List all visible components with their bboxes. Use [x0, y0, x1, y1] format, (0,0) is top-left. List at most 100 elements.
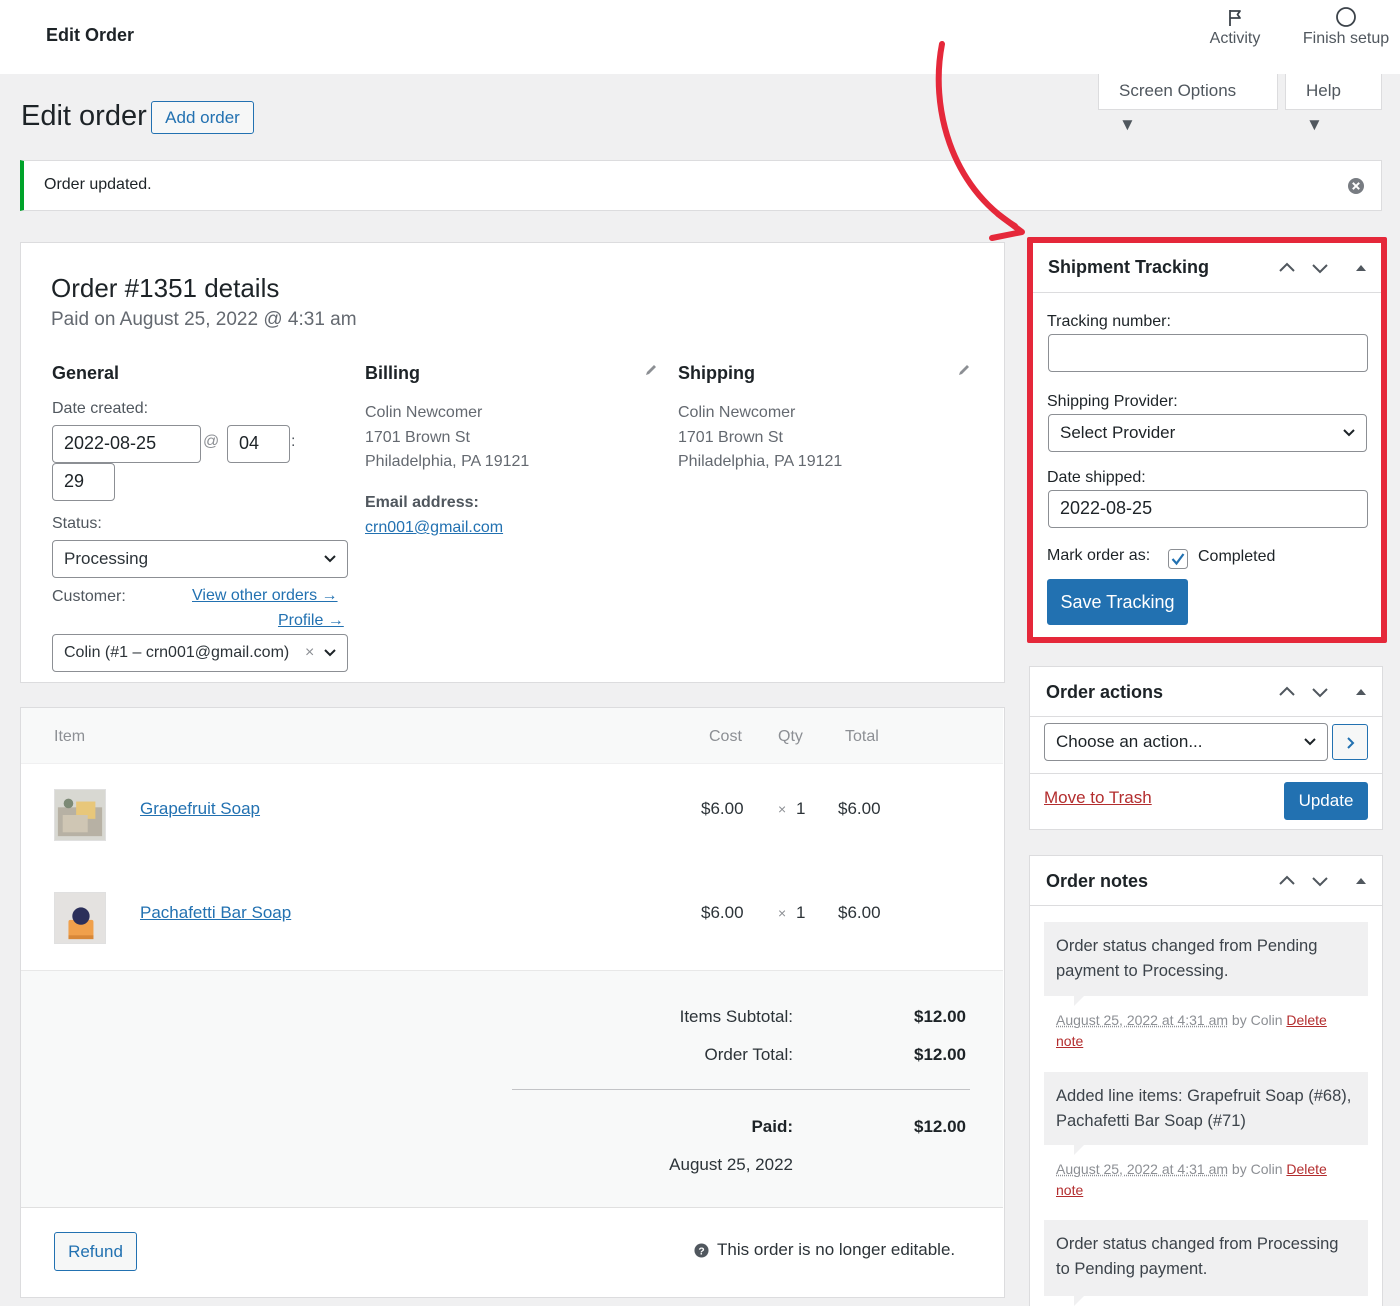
- delete-note-link[interactable]: Delete: [1286, 1161, 1326, 1177]
- column-item: Item: [54, 728, 86, 745]
- table-row: Pachafetti Bar Soap $6.00 × 1 $6.00: [21, 868, 1003, 971]
- help-icon: ?: [694, 1243, 709, 1258]
- actions-divider: [1030, 773, 1382, 774]
- move-to-trash-link[interactable]: Move to Trash: [1044, 788, 1152, 808]
- status-label: Status:: [52, 515, 102, 532]
- chevron-down-icon: [324, 649, 336, 657]
- update-button[interactable]: Update: [1284, 782, 1368, 820]
- status-value: Processing: [64, 549, 149, 568]
- billing-city: Philadelphia, PA 19121: [365, 453, 530, 470]
- move-up-icon[interactable]: [1278, 873, 1296, 889]
- totals-divider: [512, 1089, 970, 1090]
- order-total-label: Order Total:: [704, 1045, 793, 1064]
- status-select[interactable]: Processing: [52, 540, 348, 578]
- paid-on-text: Paid on August 25, 2022 @ 4:31 am: [51, 309, 357, 330]
- billing-name: Colin Newcomer: [365, 404, 483, 421]
- order-actions-title: Order actions: [1046, 682, 1164, 702]
- note-tail: [1074, 996, 1084, 1006]
- item-total: $6.00: [838, 799, 881, 818]
- view-other-orders-link[interactable]: View other orders →: [192, 587, 338, 605]
- item-qty: 1: [796, 799, 806, 818]
- svg-text:?: ?: [698, 1246, 704, 1257]
- note-tail: [1074, 1296, 1084, 1306]
- date-created-label: Date created:: [52, 400, 149, 417]
- highlight-frame: [1027, 237, 1387, 643]
- screen-options-tab[interactable]: Screen Options ▼: [1098, 74, 1278, 134]
- order-notes-header: Order notes: [1030, 856, 1382, 906]
- qty-times: ×: [778, 905, 787, 921]
- item-link-grapefruit-soap[interactable]: Grapefruit Soap: [140, 799, 260, 819]
- notice-message: Order updated.: [44, 176, 152, 193]
- time-colon: :: [291, 433, 296, 450]
- move-down-icon[interactable]: [1311, 873, 1329, 889]
- order-actions-box: Order actions Choose an action... Move t…: [1029, 666, 1383, 830]
- finish-setup-label: Finish setup: [1302, 30, 1390, 47]
- delete-note-link[interactable]: Delete: [1286, 1012, 1326, 1028]
- header-title: Edit Order: [46, 25, 135, 45]
- order-action-select[interactable]: Choose an action...: [1044, 723, 1328, 761]
- collapse-toggle-icon[interactable]: [1352, 684, 1370, 700]
- delete-note-link-cont[interactable]: note: [1056, 1033, 1083, 1049]
- finish-setup-button[interactable]: Finish setup: [1298, 6, 1394, 48]
- dismiss-icon[interactable]: [1347, 177, 1365, 195]
- billing-email-link[interactable]: crn001@gmail.com: [365, 519, 503, 537]
- order-totals: Items Subtotal: $12.00 Order Total: $12.…: [21, 970, 1003, 1208]
- edit-shipping-pencil-icon[interactable]: [957, 363, 971, 377]
- collapse-toggle-icon[interactable]: [1352, 873, 1370, 889]
- shipping-name: Colin Newcomer: [678, 404, 796, 421]
- edit-billing-pencil-icon[interactable]: [644, 363, 658, 377]
- refund-button[interactable]: Refund: [54, 1232, 137, 1271]
- date-created-input[interactable]: 2022-08-25: [52, 425, 201, 463]
- flag-icon: [1229, 10, 1241, 26]
- note-text: Order status changed from Pending paymen…: [1056, 937, 1318, 980]
- hour-input[interactable]: 04: [227, 425, 290, 463]
- email-label: Email address:: [365, 494, 479, 511]
- top-header: Edit Order Activity Finish setup: [0, 0, 1400, 74]
- help-tab[interactable]: Help ▼: [1285, 74, 1382, 134]
- note-author: by Colin: [1228, 1161, 1287, 1177]
- order-notes-box: Order notes Order status changed from Pe…: [1029, 855, 1383, 1306]
- move-down-icon[interactable]: [1311, 684, 1329, 700]
- item-link-pachafetti-bar-soap[interactable]: Pachafetti Bar Soap: [140, 903, 291, 923]
- order-details-panel: Order #1351 details Paid on August 25, 2…: [20, 242, 1005, 683]
- activity-button[interactable]: Activity: [1206, 6, 1264, 48]
- customer-label: Customer:: [52, 588, 126, 605]
- page-title: Edit order: [21, 100, 147, 132]
- order-note: Order status changed from Pending paymen…: [1044, 922, 1368, 1006]
- add-order-button[interactable]: Add order: [151, 101, 254, 134]
- paid-value: $12.00: [914, 1117, 966, 1136]
- order-note: Added line items: Grapefruit Soap (#68),…: [1044, 1072, 1368, 1155]
- order-notes-title: Order notes: [1046, 871, 1149, 891]
- help-label: Help ▼: [1306, 81, 1341, 134]
- items-subtotal-label: Items Subtotal:: [679, 1007, 793, 1026]
- order-note: Order status changed from Processing to …: [1044, 1220, 1368, 1306]
- clear-customer-icon[interactable]: ×: [305, 635, 314, 671]
- column-qty: Qty: [778, 728, 803, 745]
- shipping-heading: Shipping: [678, 363, 755, 383]
- shipping-city: Philadelphia, PA 19121: [678, 453, 843, 470]
- billing-heading: Billing: [365, 363, 420, 383]
- delete-note-link-cont[interactable]: note: [1056, 1182, 1083, 1198]
- chevron-down-icon: [324, 555, 336, 563]
- note-text: Added line items: Grapefruit Soap (#68),…: [1056, 1087, 1352, 1130]
- note-meta: August 25, 2022 at 4:31 am by Colin Dele…: [1056, 1010, 1356, 1052]
- note-author: by Colin: [1228, 1012, 1287, 1028]
- item-total: $6.00: [838, 903, 881, 922]
- note-tail: [1074, 1145, 1084, 1155]
- minute-input[interactable]: 29: [52, 463, 115, 501]
- billing-street: 1701 Brown St: [365, 428, 470, 446]
- order-actions-header: Order actions: [1030, 667, 1382, 717]
- at-sign: @: [203, 433, 220, 450]
- note-date: August 25, 2022 at 4:31 am: [1056, 1012, 1229, 1028]
- general-heading: General: [52, 363, 120, 383]
- apply-action-button[interactable]: [1332, 724, 1368, 760]
- item-qty: 1: [796, 903, 806, 922]
- move-up-icon[interactable]: [1278, 684, 1296, 700]
- item-cost: $6.00: [701, 799, 744, 818]
- activity-label: Activity: [1209, 30, 1261, 47]
- qty-times: ×: [778, 801, 787, 817]
- billing-address: Colin Newcomer 1701 Brown St Philadelphi…: [365, 401, 529, 475]
- paid-date: August 25, 2022: [669, 1155, 793, 1174]
- profile-link[interactable]: Profile →: [278, 612, 344, 630]
- customer-select[interactable]: Colin (#1 – crn001@gmail.com) ×: [52, 634, 348, 672]
